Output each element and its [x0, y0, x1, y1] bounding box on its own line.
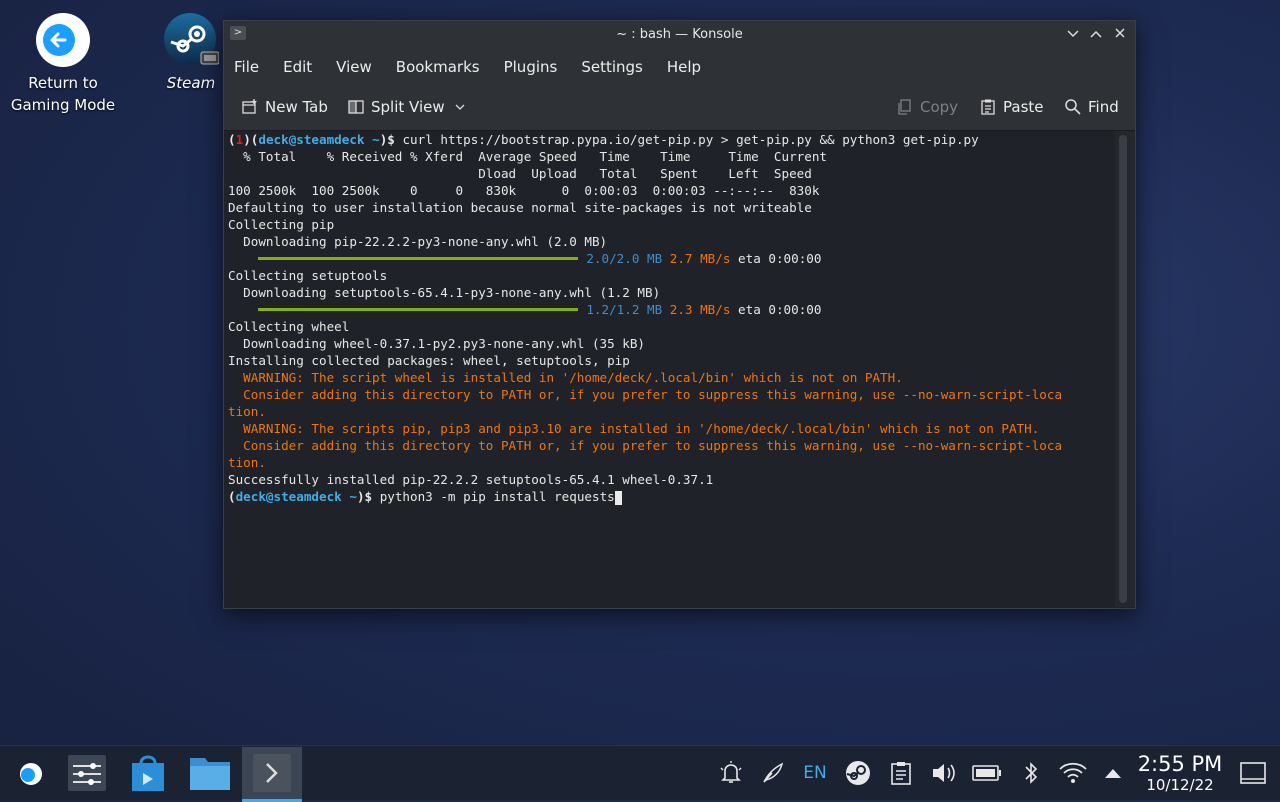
prompt-line-2: (deck@steamdeck ~)$ python3 -m pip insta…	[228, 488, 1114, 505]
output-line: Downloading wheel-0.37.1-py2.py3-none-an…	[228, 336, 646, 351]
menu-edit[interactable]: Edit	[283, 58, 312, 76]
progress-eta: eta 0:00:00	[738, 302, 822, 317]
konsole-taskbar-item[interactable]	[242, 747, 302, 802]
split-view-button[interactable]: Split View	[347, 98, 471, 116]
paste-icon	[981, 99, 995, 115]
taskbar: EN 2:55 PM 10/12/22	[0, 745, 1280, 802]
search-icon	[1065, 99, 1081, 115]
return-label-line1: Return to	[28, 74, 98, 92]
digital-clock[interactable]: 2:55 PM 10/12/22	[1134, 752, 1226, 794]
copy-button[interactable]: Copy	[896, 98, 958, 116]
warning-line: Consider adding this directory to PATH o…	[228, 387, 1063, 402]
warning-line: WARNING: The script wheel is installed i…	[228, 370, 903, 385]
copy-label: Copy	[920, 98, 959, 116]
split-view-icon	[348, 100, 364, 114]
new-tab-label: New Tab	[265, 98, 328, 116]
progress-bar	[258, 257, 579, 260]
show-hidden-icons-icon[interactable]	[1098, 758, 1128, 788]
clipboard-icon[interactable]	[886, 758, 916, 788]
warning-line: tion.	[228, 404, 266, 419]
terminal-output[interactable]: (1)(deck@steamdeck ~)$ curl https://boot…	[224, 131, 1114, 607]
title-bar[interactable]: > ~ : bash — Konsole	[224, 21, 1135, 48]
close-icon[interactable]	[1110, 24, 1130, 44]
new-tab-button[interactable]: New Tab	[241, 98, 328, 116]
volume-icon[interactable]	[929, 758, 959, 788]
text-cursor	[614, 490, 622, 505]
output-line: Dload Upload Total Spent Left Speed	[228, 166, 812, 181]
progress-bar	[258, 308, 579, 311]
command-2: python3 -m pip install requests	[379, 489, 615, 504]
wifi-icon[interactable]	[1058, 758, 1088, 788]
bluetooth-icon[interactable]	[1016, 758, 1046, 788]
find-label: Find	[1088, 98, 1119, 116]
prompt-dir: ~	[372, 132, 380, 147]
find-button[interactable]: Find	[1064, 98, 1119, 116]
output-line: Downloading setuptools-65.4.1-py3-none-a…	[228, 285, 661, 300]
prompt-line-1: (1)(deck@steamdeck ~)$ curl https://boot…	[228, 132, 979, 147]
return-to-gaming-mode-shortcut[interactable]: Return to Gaming Mode	[8, 12, 118, 116]
clock-time: 2:55 PM	[1137, 752, 1223, 776]
paste-label: Paste	[1003, 98, 1044, 116]
return-arrow-icon	[35, 12, 91, 68]
keyboard-layout-indicator[interactable]: EN	[800, 758, 830, 788]
menu-file[interactable]: File	[234, 58, 259, 76]
prompt-user: deck@steamdeck	[258, 132, 365, 147]
command-1: curl https://bootstrap.pypa.io/get-pip.p…	[402, 132, 979, 147]
progress-size: 1.2/1.2 MB	[586, 302, 663, 317]
window-title: ~ : bash — Konsole	[616, 27, 743, 42]
minimize-icon[interactable]	[1063, 24, 1083, 44]
progress-speed: 2.3 MB/s	[669, 302, 731, 317]
menu-view[interactable]: View	[336, 58, 372, 76]
new-tab-icon	[242, 99, 257, 114]
output-line: Collecting setuptools	[228, 268, 388, 283]
split-view-label: Split View	[371, 98, 445, 116]
progress-speed: 2.7 MB/s	[669, 251, 731, 266]
chevron-down-icon	[455, 104, 465, 110]
menu-settings[interactable]: Settings	[581, 58, 643, 76]
output-line: 100 2500k 100 2500k 0 0 830k 0 0:00:03 0…	[228, 183, 820, 198]
warning-line: tion.	[228, 455, 266, 470]
system-settings-icon[interactable]	[62, 750, 112, 796]
dolphin-files-icon[interactable]	[185, 750, 235, 796]
menu-plugins[interactable]: Plugins	[504, 58, 558, 76]
warning-line: WARNING: The scripts pip, pip3 and pip3.…	[228, 421, 1040, 436]
progress-line-setuptools: 1.2/1.2 MB 2.3 MB/s eta 0:00:00	[228, 301, 1114, 318]
konsole-window: > ~ : bash — Konsole File Edit View Book…	[223, 20, 1136, 609]
maximize-icon[interactable]	[1086, 24, 1106, 44]
scrollbar-handle[interactable]	[1119, 135, 1127, 603]
prompt-user: deck@steamdeck	[235, 489, 342, 504]
prompt-dir: ~	[349, 489, 357, 504]
output-line: % Total % Received % Xferd Average Speed…	[228, 149, 827, 164]
paste-button[interactable]: Paste	[979, 98, 1044, 116]
output-line: Defaulting to user installation because …	[228, 200, 812, 215]
menu-bookmarks[interactable]: Bookmarks	[396, 58, 480, 76]
output-line: Installing collected packages: wheel, se…	[228, 353, 630, 368]
steam-tray-icon[interactable]	[843, 758, 873, 788]
progress-line-pip: 2.0/2.0 MB 2.7 MB/s eta 0:00:00	[228, 250, 1114, 267]
output-line: Downloading pip-22.2.2-py3-none-any.whl …	[228, 234, 608, 249]
steam-logo-icon	[163, 12, 220, 68]
menu-bar: File Edit View Bookmarks Plugins Setting…	[224, 48, 1135, 86]
success-line: Successfully installed pip-22.2.2 setupt…	[228, 472, 714, 487]
progress-eta: eta 0:00:00	[738, 251, 822, 266]
menu-help[interactable]: Help	[667, 58, 701, 76]
toolbar: New Tab Split View Copy Paste Find	[224, 86, 1135, 131]
output-line: Collecting wheel	[228, 319, 350, 334]
copy-icon	[898, 99, 911, 115]
battery-icon[interactable]	[972, 758, 1002, 788]
steamos-launcher-icon[interactable]	[10, 750, 50, 796]
progress-size: 2.0/2.0 MB	[586, 251, 663, 266]
return-label-line2: Gaming Mode	[10, 96, 116, 114]
warning-line: Consider adding this directory to PATH o…	[228, 438, 1063, 453]
notifications-icon[interactable]	[716, 758, 746, 788]
plasma-vault-icon[interactable]	[758, 758, 788, 788]
show-desktop-icon[interactable]	[1238, 758, 1268, 788]
output-line: Collecting pip	[228, 217, 335, 232]
clock-date: 10/12/22	[1146, 776, 1214, 794]
discover-store-icon[interactable]	[124, 750, 172, 796]
